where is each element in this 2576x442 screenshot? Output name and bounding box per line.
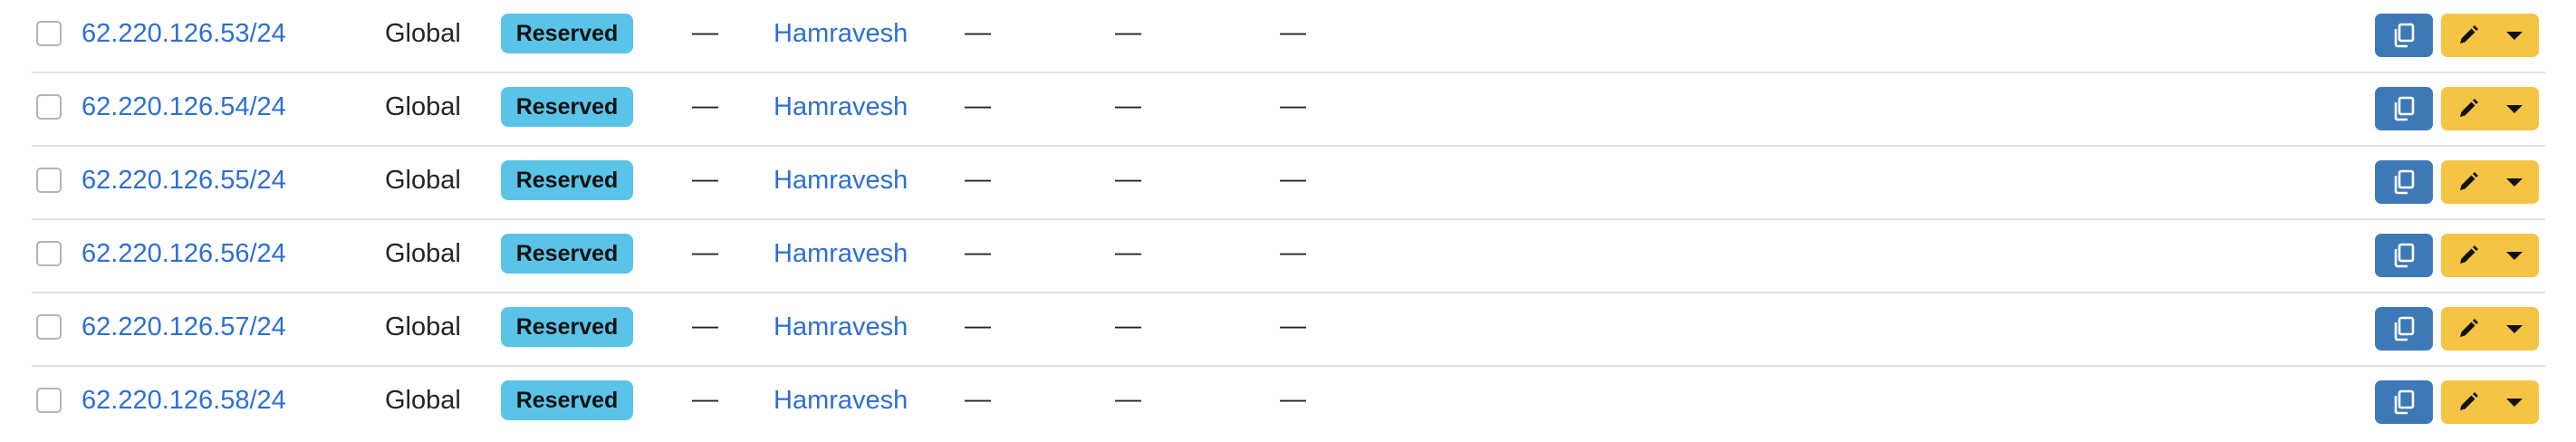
pencil-icon bbox=[2460, 99, 2478, 117]
status-badge: Reserved bbox=[501, 14, 633, 53]
copy-icon bbox=[2394, 243, 2415, 268]
description-cell: — bbox=[1280, 18, 1306, 47]
vrf-cell: Global bbox=[385, 312, 461, 341]
row-select-checkbox[interactable] bbox=[36, 94, 62, 120]
vrf-cell: Global bbox=[385, 239, 461, 268]
status-badge: Reserved bbox=[501, 160, 633, 200]
role-cell: — bbox=[692, 18, 718, 47]
vrf-cell: Global bbox=[385, 166, 461, 195]
dns-name-cell: — bbox=[1115, 18, 1141, 47]
vrf-cell: Global bbox=[385, 92, 461, 121]
ip-address-table: 62.220.126.53/24 Global Reserved — Hamra… bbox=[32, 0, 2576, 442]
assigned-cell: — bbox=[965, 238, 991, 267]
clone-button[interactable] bbox=[2375, 14, 2433, 57]
ip-address-link[interactable]: 62.220.126.56/24 bbox=[82, 239, 286, 269]
copy-icon bbox=[2394, 23, 2415, 48]
vrf-cell: Global bbox=[385, 19, 461, 48]
edit-button[interactable] bbox=[2441, 234, 2539, 277]
description-cell: — bbox=[1280, 165, 1306, 194]
role-cell: — bbox=[692, 238, 718, 267]
pencil-icon bbox=[2460, 392, 2478, 410]
dns-name-cell: — bbox=[1115, 385, 1141, 414]
edit-button[interactable] bbox=[2441, 307, 2539, 351]
caret-down-icon[interactable] bbox=[2506, 252, 2523, 260]
assigned-cell: — bbox=[965, 312, 991, 341]
table-row: 62.220.126.53/24 Global Reserved — Hamra… bbox=[32, 0, 2545, 73]
row-select-checkbox[interactable] bbox=[36, 388, 62, 413]
caret-down-icon[interactable] bbox=[2506, 178, 2523, 187]
status-badge: Reserved bbox=[501, 87, 633, 127]
ip-address-link[interactable]: 62.220.126.54/24 bbox=[82, 92, 286, 122]
row-select-checkbox[interactable] bbox=[36, 314, 62, 340]
tenant-link[interactable]: Hamravesh bbox=[774, 312, 908, 342]
pencil-icon bbox=[2460, 25, 2478, 43]
table-row: 62.220.126.57/24 Global Reserved — Hamra… bbox=[32, 293, 2545, 367]
table-row: 62.220.126.56/24 Global Reserved — Hamra… bbox=[32, 220, 2545, 293]
pencil-icon bbox=[2460, 319, 2478, 337]
vrf-cell: Global bbox=[385, 386, 461, 415]
dns-name-cell: — bbox=[1115, 91, 1141, 120]
dns-name-cell: — bbox=[1115, 312, 1141, 341]
edit-button[interactable] bbox=[2441, 87, 2539, 130]
status-badge: Reserved bbox=[501, 234, 633, 274]
table-row: 62.220.126.58/24 Global Reserved — Hamra… bbox=[32, 367, 2545, 440]
ip-address-link[interactable]: 62.220.126.57/24 bbox=[82, 312, 286, 342]
copy-icon bbox=[2394, 96, 2415, 121]
clone-button[interactable] bbox=[2375, 160, 2433, 204]
row-select-checkbox[interactable] bbox=[36, 241, 62, 266]
caret-down-icon[interactable] bbox=[2506, 325, 2523, 333]
copy-icon bbox=[2394, 389, 2415, 415]
ip-address-link[interactable]: 62.220.126.58/24 bbox=[82, 386, 286, 416]
caret-down-icon[interactable] bbox=[2506, 32, 2523, 40]
pencil-icon bbox=[2460, 245, 2478, 264]
description-cell: — bbox=[1280, 91, 1306, 120]
tenant-link[interactable]: Hamravesh bbox=[774, 92, 908, 122]
edit-button[interactable] bbox=[2441, 380, 2539, 424]
copy-icon bbox=[2394, 169, 2415, 195]
status-badge: Reserved bbox=[501, 307, 633, 347]
ip-address-link[interactable]: 62.220.126.55/24 bbox=[82, 166, 286, 196]
assigned-cell: — bbox=[965, 165, 991, 194]
assigned-cell: — bbox=[965, 18, 991, 47]
dns-name-cell: — bbox=[1115, 238, 1141, 267]
row-select-checkbox[interactable] bbox=[36, 168, 62, 193]
edit-button[interactable] bbox=[2441, 14, 2539, 57]
description-cell: — bbox=[1280, 385, 1306, 414]
table-row: 62.220.126.55/24 Global Reserved — Hamra… bbox=[32, 147, 2545, 220]
tenant-link[interactable]: Hamravesh bbox=[774, 166, 908, 196]
assigned-cell: — bbox=[965, 385, 991, 414]
clone-button[interactable] bbox=[2375, 380, 2433, 424]
clone-button[interactable] bbox=[2375, 87, 2433, 130]
description-cell: — bbox=[1280, 312, 1306, 341]
assigned-cell: — bbox=[965, 91, 991, 120]
role-cell: — bbox=[692, 312, 718, 341]
role-cell: — bbox=[692, 385, 718, 414]
ip-address-link[interactable]: 62.220.126.53/24 bbox=[82, 19, 286, 49]
tenant-link[interactable]: Hamravesh bbox=[774, 19, 908, 49]
clone-button[interactable] bbox=[2375, 307, 2433, 351]
clone-button[interactable] bbox=[2375, 234, 2433, 277]
tenant-link[interactable]: Hamravesh bbox=[774, 386, 908, 416]
copy-icon bbox=[2394, 316, 2415, 341]
dns-name-cell: — bbox=[1115, 165, 1141, 194]
edit-button[interactable] bbox=[2441, 160, 2539, 204]
tenant-link[interactable]: Hamravesh bbox=[774, 239, 908, 269]
row-select-checkbox[interactable] bbox=[36, 21, 62, 46]
caret-down-icon[interactable] bbox=[2506, 399, 2523, 407]
status-badge: Reserved bbox=[501, 380, 633, 420]
role-cell: — bbox=[692, 91, 718, 120]
caret-down-icon[interactable] bbox=[2506, 105, 2523, 113]
role-cell: — bbox=[692, 165, 718, 194]
pencil-icon bbox=[2460, 172, 2478, 190]
description-cell: — bbox=[1280, 238, 1306, 267]
table-row: 62.220.126.54/24 Global Reserved — Hamra… bbox=[32, 73, 2545, 147]
